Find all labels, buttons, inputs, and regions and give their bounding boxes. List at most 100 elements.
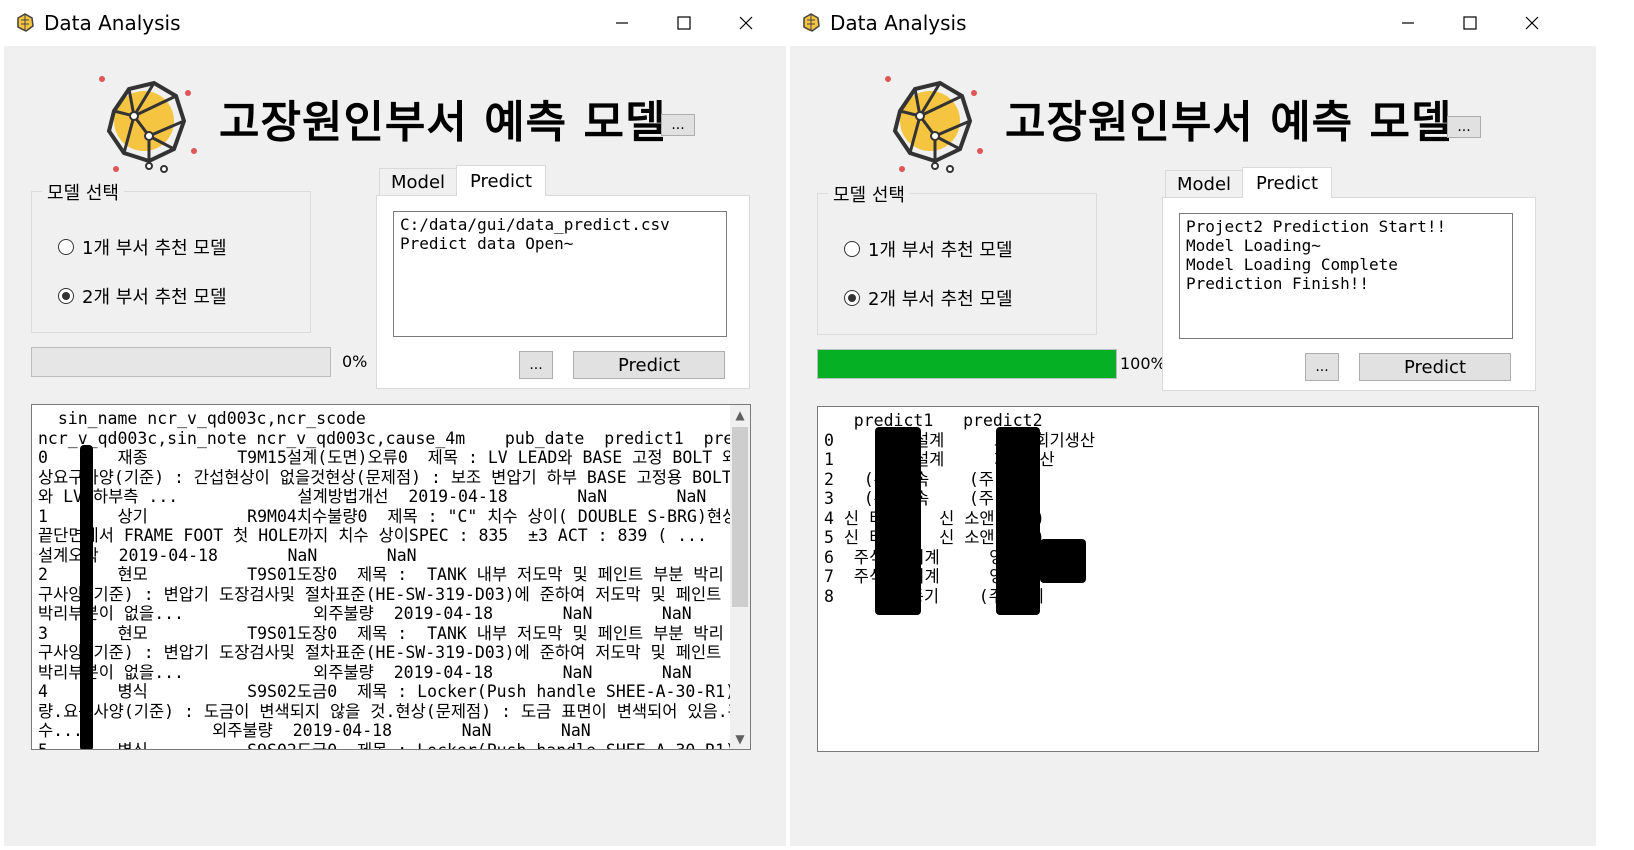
output-line: 4 병식 S9S02도금0 제목 : Locker(Push handle SH…	[38, 682, 751, 701]
more-options-button[interactable]: ...	[1447, 116, 1481, 138]
output-line: 구사양(기준) : 변압기 도장검사및 절차표준(HE-SW-319-D03)에…	[38, 643, 722, 662]
client-area: 고장원인부서 예측 모델 ... 모델 선택 1개 부서 추천 모델 2개 부서…	[790, 46, 1596, 846]
browse-button[interactable]: ...	[519, 351, 553, 379]
close-icon	[1525, 16, 1539, 30]
log-line: Predict data Open~	[400, 234, 574, 253]
more-options-button[interactable]: ...	[661, 114, 695, 136]
app-title: 고장원인부서 예측 모델	[1005, 97, 1453, 148]
browse-button[interactable]: ...	[1305, 353, 1339, 381]
predict-tab-panel: C:/data/gui/data_predict.csv Predict dat…	[376, 195, 750, 389]
radio-two-dept-model[interactable]: 2개 부서 추천 모델	[58, 283, 227, 309]
redaction-mark	[875, 427, 921, 615]
scroll-down-icon[interactable]: ▼	[730, 729, 750, 749]
close-button[interactable]	[1510, 6, 1554, 40]
radio-two-dept-model[interactable]: 2개 부서 추천 모델	[844, 285, 1013, 311]
maximize-icon	[677, 16, 691, 30]
scroll-thumb[interactable]	[732, 427, 748, 607]
output-line: 8 재 동기 (주 전기	[824, 586, 1045, 606]
tab-model[interactable]: Model	[1165, 170, 1243, 198]
maximize-button[interactable]	[662, 6, 706, 40]
log-line: Model Loading~	[1186, 236, 1321, 255]
radio-circle[interactable]	[58, 239, 74, 255]
model-select-group: 모델 선택 1개 부서 추천 모델 2개 부서 추천 모델	[31, 179, 311, 333]
output-line: 2 (주)금속 (주)금속	[824, 469, 1035, 489]
maximize-icon	[1463, 16, 1477, 30]
progress-bar	[817, 349, 1117, 379]
radio-one-dept-model[interactable]: 1개 부서 추천 모델	[58, 234, 227, 260]
progress-fill	[818, 350, 1116, 378]
output-line: 수... 외주불량 2019-04-18 NaN NaN	[38, 721, 591, 740]
output-line: 1 회전설계 회전생산	[824, 450, 1055, 469]
group-legend: 모델 선택	[42, 179, 124, 205]
vertical-scrollbar[interactable]: ▲ ▼	[730, 405, 750, 749]
radio-circle-checked[interactable]	[844, 290, 860, 306]
output-line: 끝단면에서 FRAME FOOT 첫 HOLE까지 치수 상이SPEC : 83…	[38, 526, 707, 545]
output-line: 구사양(기준) : 변압기 도장검사및 절차표준(HE-SW-319-D03)에…	[38, 584, 722, 604]
group-legend: 모델 선택	[828, 181, 910, 207]
output-line: 박리부분이 없을... 외주불량 2019-04-18 NaN NaN	[38, 662, 692, 682]
client-area: 고장원인부서 예측 모델 ... 모델 선택 1개 부서 추천 모델 2개 부서…	[4, 46, 810, 846]
maximize-button[interactable]	[1448, 6, 1492, 40]
scroll-up-icon[interactable]: ▲	[730, 405, 750, 425]
output-line: 5 병식 S9S02도금0 제목 : Locker(Push handle SH…	[38, 740, 751, 750]
window-title: Data Analysis	[44, 11, 181, 35]
log-line: Prediction Finish!!	[1186, 274, 1370, 293]
minimize-icon	[1402, 22, 1414, 24]
brain-logo-icon	[99, 76, 197, 173]
minimize-icon	[616, 22, 628, 24]
redaction-mark	[80, 445, 93, 749]
output-line: 0 재종 T9M15설계(도면)오류0 제목 : LV LEAD와 BASE 고…	[38, 448, 751, 467]
minimize-button[interactable]	[1386, 6, 1430, 40]
radio-label: 1개 부서 추천 모델	[82, 238, 227, 259]
predict-log-textbox[interactable]: Project2 Prediction Start!! Model Loadin…	[1179, 213, 1513, 339]
output-line: 3 현모 T9S01도장0 제목 : TANK 내부 저도막 및 페인트 부분 …	[38, 623, 751, 643]
output-line: 상요구사양(기준) : 간섭현상이 없을것현상(문제점) : 보조 변압기 하부…	[38, 467, 732, 487]
close-icon	[739, 16, 753, 30]
tab-predict[interactable]: Predict	[456, 165, 546, 196]
brain-logo-icon	[885, 76, 983, 173]
radio-label: 2개 부서 추천 모델	[868, 289, 1013, 310]
radio-label: 1개 부서 추천 모델	[868, 240, 1013, 261]
redaction-mark	[996, 427, 1040, 615]
model-select-group: 모델 선택 1개 부서 추천 모델 2개 부서 추천 모델	[817, 181, 1097, 335]
window-right: Data Analysis 고장원인부서 예측 모델 ... 모델 선택 1개 …	[786, 0, 1596, 850]
radio-label: 2개 부서 추천 모델	[82, 287, 227, 308]
title-bar[interactable]: Data Analysis	[0, 0, 810, 46]
log-line: Project2 Prediction Start!!	[1186, 217, 1447, 236]
progress-label: 0%	[342, 352, 368, 371]
brain-app-icon	[803, 13, 820, 32]
window-title: Data Analysis	[830, 11, 967, 35]
radio-circle-checked[interactable]	[58, 288, 74, 304]
output-textbox[interactable]: sin_name ncr_v_qd003c,ncr_scode ncr_v_qd0…	[31, 404, 751, 750]
window-left: Data Analysis 고장원인부서 예측 모델 ... 모델 선택 1개 …	[0, 0, 810, 850]
close-button[interactable]	[724, 6, 768, 40]
output-line: 0 변전설계 고압 회기생산	[824, 430, 1096, 450]
predict-button[interactable]: Predict	[573, 351, 725, 379]
log-line: C:/data/gui/data_predict.csv	[400, 215, 670, 234]
output-line: predict1 predict2	[824, 411, 1043, 430]
log-line: Model Loading Complete	[1186, 255, 1398, 274]
minimize-button[interactable]	[600, 6, 644, 40]
output-line: 박리부분이 없을... 외주불량 2019-04-18 NaN NaN	[38, 604, 692, 623]
output-line: 와 LV 하부측 ... 설계방법개선 2019-04-18 NaN NaN	[38, 487, 707, 506]
output-line: ncr_v_qd003c,sin_note ncr_v_qd003c,cause…	[38, 428, 751, 448]
app-title: 고장원인부서 예측 모델	[219, 97, 667, 148]
redaction-mark	[1040, 539, 1086, 583]
output-textbox[interactable]: predict1 predict2 0 변전설계 고압 회기생산 1 회전설계 회전…	[817, 406, 1539, 752]
tab-predict[interactable]: Predict	[1242, 167, 1332, 198]
radio-one-dept-model[interactable]: 1개 부서 추천 모델	[844, 236, 1013, 262]
progress-label: 100%	[1120, 354, 1166, 373]
tab-model[interactable]: Model	[379, 168, 457, 196]
predict-button[interactable]: Predict	[1359, 353, 1511, 381]
brain-app-icon	[17, 13, 34, 32]
output-line: 2 현모 T9S01도장0 제목 : TANK 내부 저도막 및 페인트 부분 …	[38, 565, 751, 584]
radio-circle[interactable]	[844, 241, 860, 257]
output-line: 3 (주)금속 (주)금속	[824, 489, 1035, 508]
title-bar[interactable]: Data Analysis	[786, 0, 1596, 46]
output-line: 량.요구사양(기준) : 도금이 변색되지 않을 것.현상(문제점) : 도금 …	[38, 701, 743, 721]
progress-bar	[31, 347, 331, 377]
predict-log-textbox[interactable]: C:/data/gui/data_predict.csv Predict dat…	[393, 211, 727, 337]
output-text: sin_name ncr_v_qd003c,ncr_scode ncr_v_qd0…	[38, 409, 751, 750]
output-line: sin_name ncr_v_qd003c,ncr_scode	[38, 409, 366, 428]
output-line: 1 상기 R9M04치수불량0 제목 : "C" 치수 상이( DOUBLE S…	[38, 506, 751, 526]
